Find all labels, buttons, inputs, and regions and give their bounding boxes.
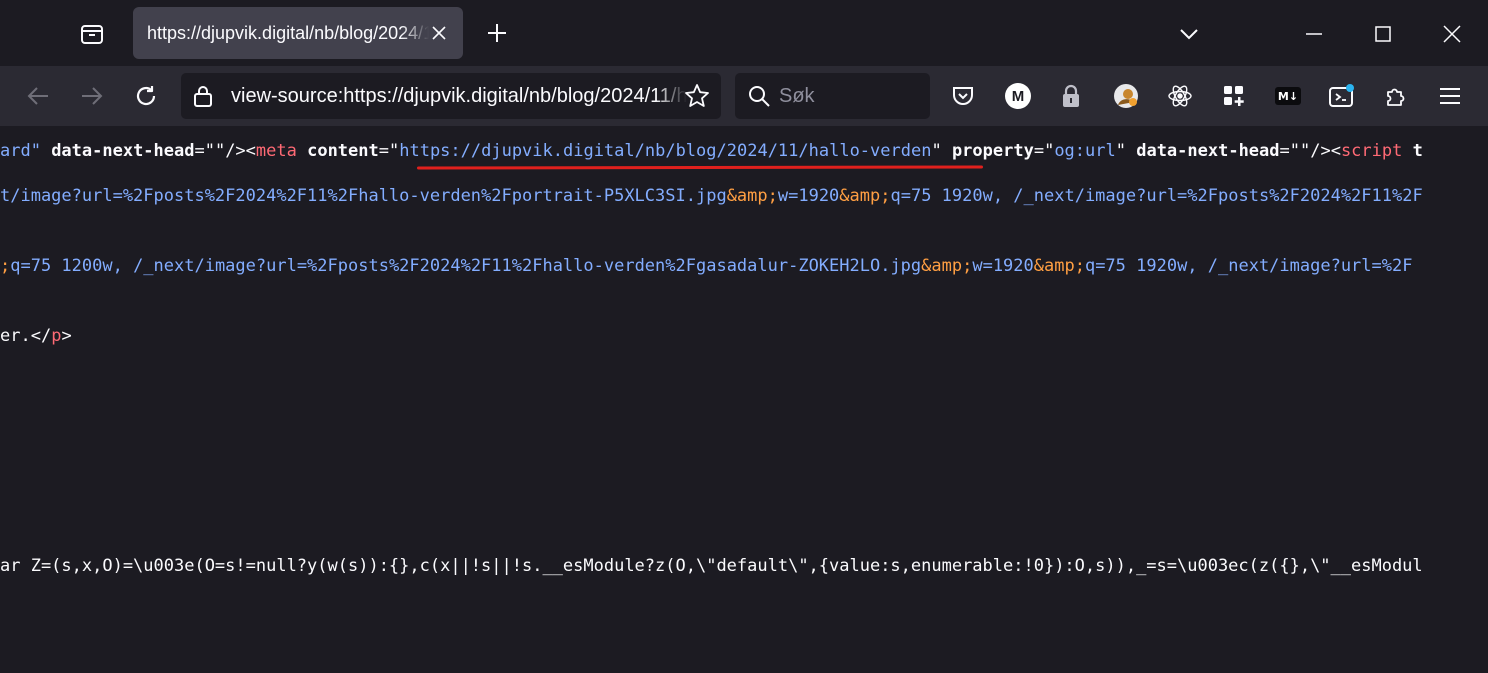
markdown-icon: M↓ — [1275, 87, 1301, 105]
mail-avatar-icon: M — [1005, 83, 1031, 109]
arrow-left-icon — [27, 87, 48, 105]
source-text: =" — [1033, 141, 1055, 161]
lock-icon — [1063, 84, 1079, 107]
search-input[interactable] — [779, 73, 919, 119]
react-atom-icon — [1168, 85, 1192, 107]
source-text: =""/>< — [1279, 141, 1341, 161]
minimize-button[interactable] — [1294, 14, 1334, 54]
source-entity: &amp; — [921, 256, 973, 276]
source-attr-value[interactable]: q=75 1920w, /_next/image?url=%2F — [1085, 256, 1413, 276]
profile-extension-button[interactable] — [1108, 78, 1144, 114]
url-text[interactable]: view-source:https://djupvik.digital/nb/b… — [231, 85, 687, 108]
source-tag-name: p — [51, 326, 62, 346]
app-menu-button[interactable] — [1432, 78, 1468, 114]
red-underline-annotation — [416, 165, 984, 170]
search-icon — [749, 86, 770, 107]
firefox-view-icon — [81, 25, 103, 44]
source-text: > — [61, 326, 72, 346]
source-line-srcset-2: ;q=75 1200w, /_next/image?url=%2Fposts%2… — [0, 254, 1412, 278]
hamburger-menu-icon — [1440, 88, 1460, 104]
star-icon — [685, 84, 709, 107]
source-entity: ; — [0, 256, 11, 276]
address-bar[interactable]: view-source:https://djupvik.digital/nb/b… — [181, 73, 721, 119]
close-icon — [1443, 25, 1461, 43]
pocket-icon — [953, 87, 973, 105]
lock-icon[interactable] — [191, 84, 215, 108]
tab-strip: https://djupvik.digital/nb/blog/2024/11/… — [0, 0, 1488, 66]
source-attr-name: t — [1402, 141, 1423, 161]
pocket-button[interactable] — [945, 78, 981, 114]
source-tag-name: script — [1340, 141, 1403, 161]
source-text: " — [931, 141, 942, 161]
source-line-srcset-1: t/image?url=%2Fposts%2F2024%2F11%2Fhallo… — [0, 184, 1423, 208]
password-manager-button[interactable] — [1053, 78, 1089, 114]
source-text: =" — [378, 141, 400, 161]
arrow-right-icon — [82, 87, 103, 105]
source-text: =""/>< — [194, 141, 256, 161]
user-avatar-icon — [1114, 84, 1138, 108]
source-attr-name: data-next-head — [1125, 141, 1280, 161]
maximize-icon — [1375, 26, 1391, 42]
extensions-button[interactable] — [1378, 78, 1414, 114]
source-attr-value[interactable]: t/image?url=%2Fposts%2F2024%2F11%2Fhallo… — [0, 186, 727, 206]
source-attr-value: og:url — [1054, 141, 1116, 161]
source-line-meta-og-url: ard" data-next-head=""/><meta content="h… — [0, 139, 1423, 163]
forward-button[interactable] — [72, 74, 112, 118]
source-attr-value: w=1920 — [777, 186, 840, 206]
source-attr-name: content — [296, 141, 379, 161]
mail-extension-button[interactable]: M — [1000, 78, 1036, 114]
firefox-view-button[interactable] — [64, 10, 120, 58]
source-line-script: ar Z=(s,x,O)=\u003e(O=s!=null?y(w(s)):{}… — [0, 554, 1423, 578]
tab-close-button[interactable] — [429, 23, 449, 43]
back-button[interactable] — [18, 74, 58, 118]
grid-extension-button[interactable] — [1216, 78, 1252, 114]
new-tab-button[interactable] — [478, 14, 516, 52]
page-source-view[interactable]: ard" data-next-head=""/><meta content="h… — [0, 126, 1488, 673]
reload-icon — [136, 86, 156, 106]
source-entity: &amp; — [839, 186, 891, 206]
tab-title: https://djupvik.digital/nb/blog/2024/11/… — [147, 22, 429, 43]
close-window-button[interactable] — [1432, 14, 1472, 54]
source-text: " — [1115, 141, 1126, 161]
source-entity: &amp; — [726, 186, 778, 206]
source-attr-value[interactable]: q=75 1920w, /_next/image?url=%2Fposts%2F… — [890, 186, 1422, 206]
reload-button[interactable] — [126, 74, 166, 118]
source-attr-value[interactable]: q=75 1200w, /_next/image?url=%2Fposts%2F… — [10, 256, 921, 276]
source-attr-value: w=1920 — [972, 256, 1034, 276]
bookmark-button[interactable] — [683, 82, 711, 110]
source-line-paragraph-end: er.</p> — [0, 324, 72, 348]
source-attr-name: data-next-head — [40, 141, 195, 161]
search-bar[interactable] — [735, 73, 930, 119]
maximize-button[interactable] — [1363, 14, 1403, 54]
minimize-icon — [1306, 33, 1322, 35]
markdown-extension-button[interactable]: M↓ — [1270, 78, 1306, 114]
tab-active[interactable]: https://djupvik.digital/nb/blog/2024/11/… — [133, 7, 463, 59]
close-icon — [432, 26, 446, 40]
source-text: er.</ — [0, 326, 52, 346]
chevron-down-icon — [1180, 29, 1198, 40]
source-entity: &amp; — [1033, 256, 1085, 276]
source-link-url[interactable]: https://djupvik.digital/nb/blog/2024/11/… — [399, 141, 931, 161]
source-attr-value: ard" — [0, 141, 41, 161]
container-tabs-button[interactable] — [1324, 78, 1360, 114]
source-attr-name: property — [941, 141, 1034, 161]
plus-icon — [488, 24, 506, 42]
list-all-tabs-button[interactable] — [1169, 14, 1209, 54]
navigation-toolbar: view-source:https://djupvik.digital/nb/b… — [0, 66, 1488, 126]
source-text: ar Z=(s,x,O)=\u003e(O=s!=null?y(w(s)):{}… — [0, 556, 1423, 576]
source-tag-name: meta — [255, 141, 297, 161]
react-devtools-button[interactable] — [1162, 78, 1198, 114]
grid-plus-icon — [1224, 86, 1244, 106]
puzzle-icon — [1387, 88, 1405, 106]
container-tab-icon — [1329, 84, 1354, 107]
